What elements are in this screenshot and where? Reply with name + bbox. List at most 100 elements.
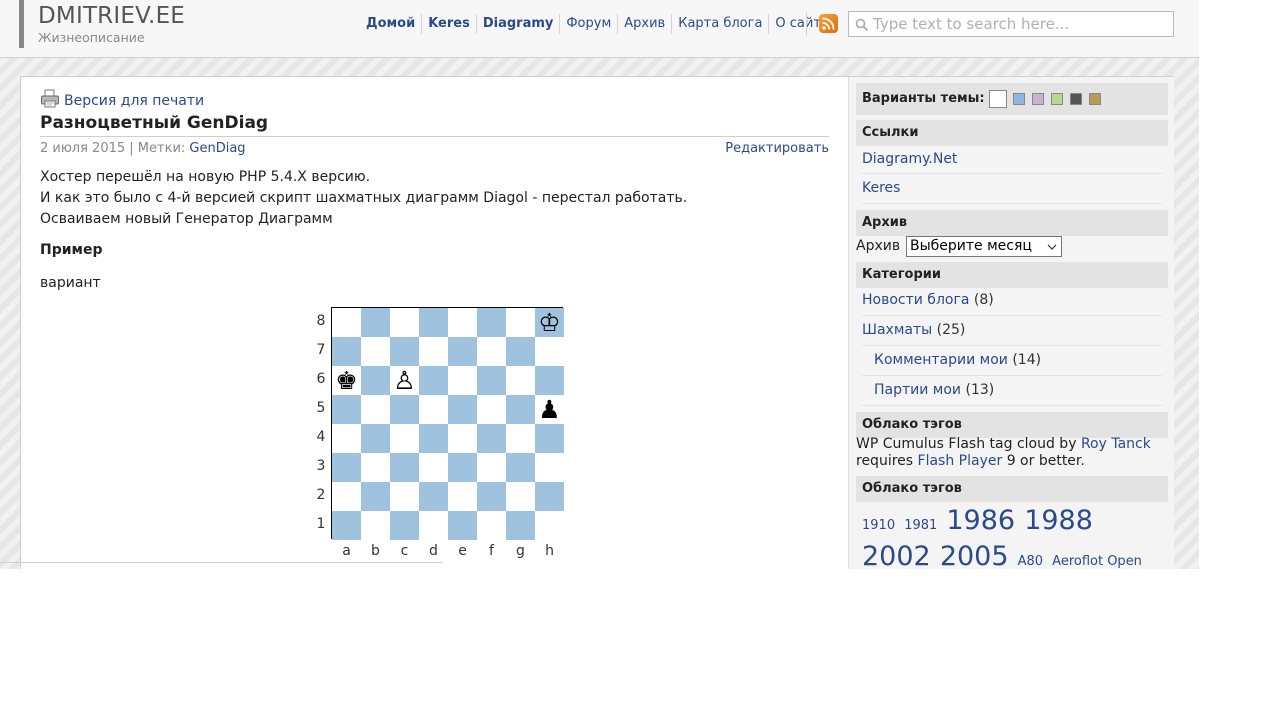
- square-c1: [390, 511, 419, 540]
- example-heading: Пример: [40, 242, 103, 258]
- cumulus-pre: WP Cumulus Flash tag cloud by: [856, 436, 1081, 452]
- search-input[interactable]: [873, 14, 1169, 34]
- square-h1: [535, 511, 564, 540]
- category-count: (14): [1012, 352, 1042, 368]
- rank-label: 2: [316, 487, 326, 503]
- chevron-down-icon: [1047, 240, 1057, 259]
- square-h8: ♔: [535, 308, 564, 337]
- square-b1: [361, 511, 390, 540]
- link-diagramy[interactable]: Diagramy.Net: [862, 151, 957, 167]
- nav-item-4[interactable]: Архив: [617, 14, 671, 34]
- title-divider: [40, 136, 829, 137]
- tag-cloud-widget-title-2: Облако тэгов: [856, 476, 1168, 502]
- square-b8: [361, 308, 390, 337]
- theme-swatch[interactable]: [989, 90, 1007, 108]
- edit-link[interactable]: Редактировать: [725, 141, 829, 156]
- cumulus-mid: requires: [856, 453, 918, 469]
- link-keres[interactable]: Keres: [862, 180, 900, 196]
- white-pawn-icon: ♙: [393, 366, 416, 395]
- square-f3: [477, 453, 506, 482]
- category-link[interactable]: Новости блога: [862, 292, 969, 308]
- square-a3: [332, 453, 361, 482]
- tag-link[interactable]: A80: [1018, 554, 1043, 569]
- tag-link[interactable]: Aeroflot Open: [1052, 554, 1142, 569]
- file-label: e: [458, 543, 467, 559]
- file-label: c: [400, 543, 409, 559]
- tag-link[interactable]: 2005: [940, 541, 1009, 569]
- category-item: Шахматы (25): [862, 322, 965, 338]
- square-h7: [535, 337, 564, 366]
- square-d2: [419, 482, 448, 511]
- tag-cloud-widget-title: Облако тэгов: [856, 412, 1168, 438]
- square-e6: [448, 366, 477, 395]
- category-item: Новости блога (8): [862, 292, 994, 308]
- nav-item-3[interactable]: Форум: [559, 14, 617, 34]
- site-tagline: Жизнеописание: [38, 30, 145, 45]
- category-link[interactable]: Партии мои: [874, 382, 961, 398]
- theme-title: Варианты темы:: [862, 91, 985, 106]
- square-c6: ♙: [390, 366, 419, 395]
- tag-link[interactable]: 1981: [904, 518, 937, 533]
- square-g3: [506, 453, 535, 482]
- square-c5: [390, 395, 419, 424]
- black-pawn-icon: ♟: [538, 395, 561, 424]
- square-c4: [390, 424, 419, 453]
- nav-item-1[interactable]: Keres: [421, 14, 476, 34]
- file-label: h: [545, 543, 554, 559]
- post-body-line: И как это было с 4-й версией скрипт шахм…: [40, 190, 688, 206]
- site-header: DMITRIEV.EE Жизнеописание Домой Keres Diag…: [0, 0, 1199, 58]
- square-f4: [477, 424, 506, 453]
- rss-icon[interactable]: [819, 14, 838, 33]
- tag-link[interactable]: 1986: [946, 505, 1015, 536]
- post-tag-link[interactable]: GenDiag: [189, 141, 245, 156]
- black-king-icon: ♚: [335, 366, 358, 395]
- site-title-link[interactable]: DMITRIEV.EE: [38, 3, 185, 29]
- square-h2: [535, 482, 564, 511]
- theme-swatch[interactable]: [1032, 93, 1044, 105]
- square-d3: [419, 453, 448, 482]
- category-link[interactable]: Шахматы: [862, 322, 932, 338]
- roy-tanck-link[interactable]: Roy Tanck: [1081, 436, 1151, 452]
- square-g6: [506, 366, 535, 395]
- bottom-divider: [0, 562, 443, 563]
- square-a6: ♚: [332, 366, 361, 395]
- main-nav: Домой Keres Diagramy Форум Архив Карта блога О…: [360, 14, 835, 34]
- nav-item-0[interactable]: Домой: [360, 14, 421, 34]
- rank-label: 8: [316, 313, 326, 329]
- square-d7: [419, 337, 448, 366]
- category-item: Партии мои (13): [874, 382, 994, 398]
- file-label: g: [516, 543, 525, 559]
- category-divider: [862, 345, 1162, 346]
- category-link[interactable]: Комментарии мои: [874, 352, 1008, 368]
- print-version[interactable]: Версия для печати: [40, 89, 204, 109]
- post-date: 2 июля 2015: [40, 141, 126, 156]
- square-e2: [448, 482, 477, 511]
- rss-container: [806, 12, 838, 36]
- tag-link[interactable]: 1910: [862, 518, 895, 533]
- archive-month-select[interactable]: Выберите месяц: [906, 236, 1062, 257]
- variant-label: вариант: [40, 275, 101, 291]
- cumulus-post: 9 or better.: [1002, 453, 1085, 469]
- square-g8: [506, 308, 535, 337]
- square-h4: [535, 424, 564, 453]
- square-f6: [477, 366, 506, 395]
- tag-link[interactable]: 1988: [1024, 505, 1093, 536]
- print-version-link[interactable]: Версия для печати: [64, 93, 204, 109]
- square-c3: [390, 453, 419, 482]
- square-h3: [535, 453, 564, 482]
- theme-swatch[interactable]: [1089, 93, 1101, 105]
- theme-swatch[interactable]: [1013, 93, 1025, 105]
- post-title[interactable]: Разноцветный GenDiag: [40, 113, 268, 133]
- categories-widget-title: Категории: [856, 262, 1168, 288]
- theme-swatch[interactable]: [1070, 93, 1082, 105]
- link-divider: [862, 173, 1162, 174]
- square-f1: [477, 511, 506, 540]
- tag-link[interactable]: 2002: [862, 541, 931, 569]
- square-a2: [332, 482, 361, 511]
- flash-player-link[interactable]: Flash Player: [918, 453, 1003, 469]
- sidebar: Варианты темы: Ссылки Diagramy.Net Keres…: [848, 77, 1174, 569]
- post-content: Версия для печати Разноцветный GenDiag 2…: [21, 77, 848, 569]
- nav-item-5[interactable]: Карта блога: [671, 14, 768, 34]
- theme-swatch[interactable]: [1051, 93, 1063, 105]
- nav-item-2[interactable]: Diagramy: [475, 14, 560, 34]
